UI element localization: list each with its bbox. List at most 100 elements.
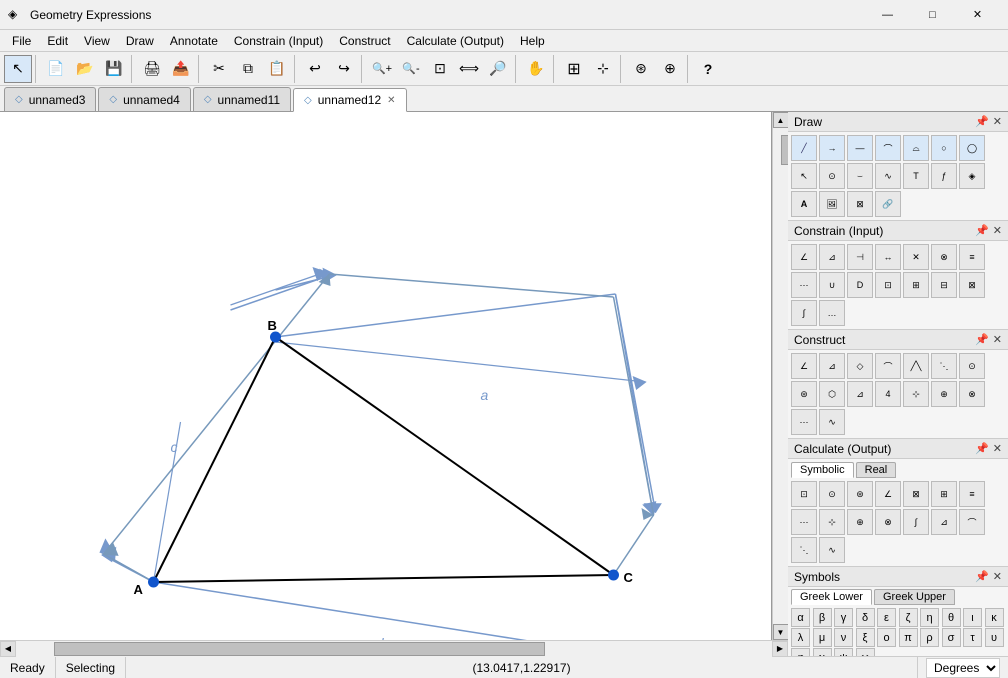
new-file-btn[interactable]: 📄 — [42, 55, 70, 83]
draw-curve-btn[interactable]: ⌣ — [847, 163, 873, 189]
menu-calculate[interactable]: Calculate (Output) — [399, 30, 512, 52]
calc-4[interactable]: ∠ — [875, 481, 901, 507]
sym-epsilon[interactable]: ε — [877, 608, 896, 627]
sym-nu[interactable]: ν — [834, 628, 853, 647]
hscroll-left-btn[interactable]: ◀ — [0, 641, 16, 657]
constrain-12[interactable]: ⊞ — [903, 272, 929, 298]
draw-text2-btn[interactable]: T — [903, 163, 929, 189]
construct-5[interactable]: ╱╲ — [903, 353, 929, 379]
construct-8[interactable]: ⊛ — [791, 381, 817, 407]
extra-btn-1[interactable]: ⊛ — [627, 55, 655, 83]
construct-6[interactable]: ⋱ — [931, 353, 957, 379]
constrain-9[interactable]: ∪ — [819, 272, 845, 298]
symbols-panel-pin[interactable]: 📌 — [975, 570, 989, 583]
zoom-fit-btn[interactable]: ⊡ — [426, 55, 454, 83]
constrain-16[interactable]: … — [819, 300, 845, 326]
calc-3[interactable]: ⊛ — [847, 481, 873, 507]
print-btn[interactable]: 🖨 — [138, 55, 166, 83]
menu-construct[interactable]: Construct — [331, 30, 398, 52]
sym-eta[interactable]: η — [920, 608, 939, 627]
sym-omicron[interactable]: ο — [877, 628, 896, 647]
draw-line-btn[interactable]: ╱ — [791, 135, 817, 161]
extra-btn-2[interactable]: ⊕ — [656, 55, 684, 83]
sym-tau[interactable]: τ — [963, 628, 982, 647]
construct-15[interactable]: ⋯ — [791, 409, 817, 435]
minimize-button[interactable]: — — [865, 0, 910, 30]
construct-10[interactable]: ⊿ — [847, 381, 873, 407]
draw-spiro-btn[interactable]: ∿ — [875, 163, 901, 189]
cut-btn[interactable]: ✂ — [205, 55, 233, 83]
calculate-panel-close[interactable]: ✕ — [993, 442, 1002, 455]
copy-btn[interactable]: ⧉ — [234, 55, 262, 83]
sym-iota[interactable]: ι — [963, 608, 982, 627]
zoom-sel-btn[interactable]: 🔎 — [484, 55, 512, 83]
calc-tab-symbolic[interactable]: Symbolic — [791, 462, 854, 478]
draw-select-btn[interactable]: ↖ — [791, 163, 817, 189]
maximize-button[interactable]: □ — [910, 0, 955, 30]
construct-11[interactable]: 4 — [875, 381, 901, 407]
sym-sigma[interactable]: σ — [942, 628, 961, 647]
draw-ellipse-btn[interactable]: ◯ — [959, 135, 985, 161]
hscroll-right-btn[interactable]: ▶ — [772, 641, 788, 657]
constrain-1[interactable]: ∠ — [791, 244, 817, 270]
calc-14[interactable]: ⌒ — [959, 509, 985, 535]
constrain-11[interactable]: ⊡ — [875, 272, 901, 298]
menu-annotate[interactable]: Annotate — [162, 30, 226, 52]
point-A[interactable] — [149, 577, 159, 587]
menu-file[interactable]: File — [4, 30, 39, 52]
redo-btn[interactable]: ↪ — [330, 55, 358, 83]
draw-polyline-btn[interactable]: ⌒ — [875, 135, 901, 161]
draw-arc-btn[interactable]: ⌓ — [903, 135, 929, 161]
calc-2[interactable]: ⊙ — [819, 481, 845, 507]
construct-2[interactable]: ⊿ — [819, 353, 845, 379]
draw-panel-pin[interactable]: 📌 — [975, 115, 989, 128]
calc-7[interactable]: ≡ — [959, 481, 985, 507]
construct-3[interactable]: ◇ — [847, 353, 873, 379]
sym-mu[interactable]: μ — [813, 628, 832, 647]
constrain-7[interactable]: ≡ — [959, 244, 985, 270]
constrain-6[interactable]: ⊗ — [931, 244, 957, 270]
construct-12[interactable]: ⊹ — [903, 381, 929, 407]
tab-unnamed12[interactable]: ◇ unnamed12 ✕ — [293, 88, 406, 112]
sym-pi[interactable]: π — [899, 628, 918, 647]
constrain-5[interactable]: ✕ — [903, 244, 929, 270]
units-select[interactable]: Degrees Radians — [926, 658, 1000, 678]
zoom-in-btn[interactable]: 🔍+ — [368, 55, 396, 83]
construct-panel-close[interactable]: ✕ — [993, 333, 1002, 346]
draw-exprbox-btn[interactable]: ⊠ — [847, 191, 873, 217]
calculate-panel-pin[interactable]: 📌 — [975, 442, 989, 455]
point-B[interactable] — [271, 332, 281, 342]
sym-tab-greek-lower[interactable]: Greek Lower — [791, 589, 872, 605]
construct-4[interactable]: ⌒ — [875, 353, 901, 379]
sym-beta[interactable]: β — [813, 608, 832, 627]
menu-help[interactable]: Help — [512, 30, 553, 52]
sym-upsilon[interactable]: υ — [985, 628, 1004, 647]
constrain-10[interactable]: D — [847, 272, 873, 298]
tab-close-unnamed12[interactable]: ✕ — [387, 95, 395, 106]
undo-btn[interactable]: ↩ — [301, 55, 329, 83]
draw-formula-btn[interactable]: ƒ — [931, 163, 957, 189]
calc-5[interactable]: ⊠ — [903, 481, 929, 507]
vscroll-thumb[interactable] — [781, 135, 789, 165]
open-file-btn[interactable]: 📂 — [71, 55, 99, 83]
calc-1[interactable]: ⊡ — [791, 481, 817, 507]
sym-lambda[interactable]: λ — [791, 628, 810, 647]
constrain-8[interactable]: ⋯ — [791, 272, 817, 298]
symbols-panel-close[interactable]: ✕ — [993, 570, 1002, 583]
sym-chi[interactable]: χ — [813, 648, 832, 656]
save-file-btn[interactable]: 💾 — [100, 55, 128, 83]
constrain-15[interactable]: ∫ — [791, 300, 817, 326]
construct-14[interactable]: ⊗ — [959, 381, 985, 407]
constrain-panel-close[interactable]: ✕ — [993, 224, 1002, 237]
calc-tab-real[interactable]: Real — [856, 462, 897, 478]
sym-phi[interactable]: φ — [791, 648, 810, 656]
pan-btn[interactable]: ✋ — [522, 55, 550, 83]
hscroll-thumb[interactable] — [54, 642, 545, 656]
select-tool-btn[interactable]: ↖ — [4, 55, 32, 83]
calc-12[interactable]: ∫ — [903, 509, 929, 535]
tab-unnamed3[interactable]: ◇ unnamed3 — [4, 87, 96, 111]
draw-ray-btn[interactable]: → — [819, 135, 845, 161]
draw-link-btn[interactable]: 🔗 — [875, 191, 901, 217]
sym-alpha[interactable]: α — [791, 608, 810, 627]
calc-13[interactable]: ⊿ — [931, 509, 957, 535]
